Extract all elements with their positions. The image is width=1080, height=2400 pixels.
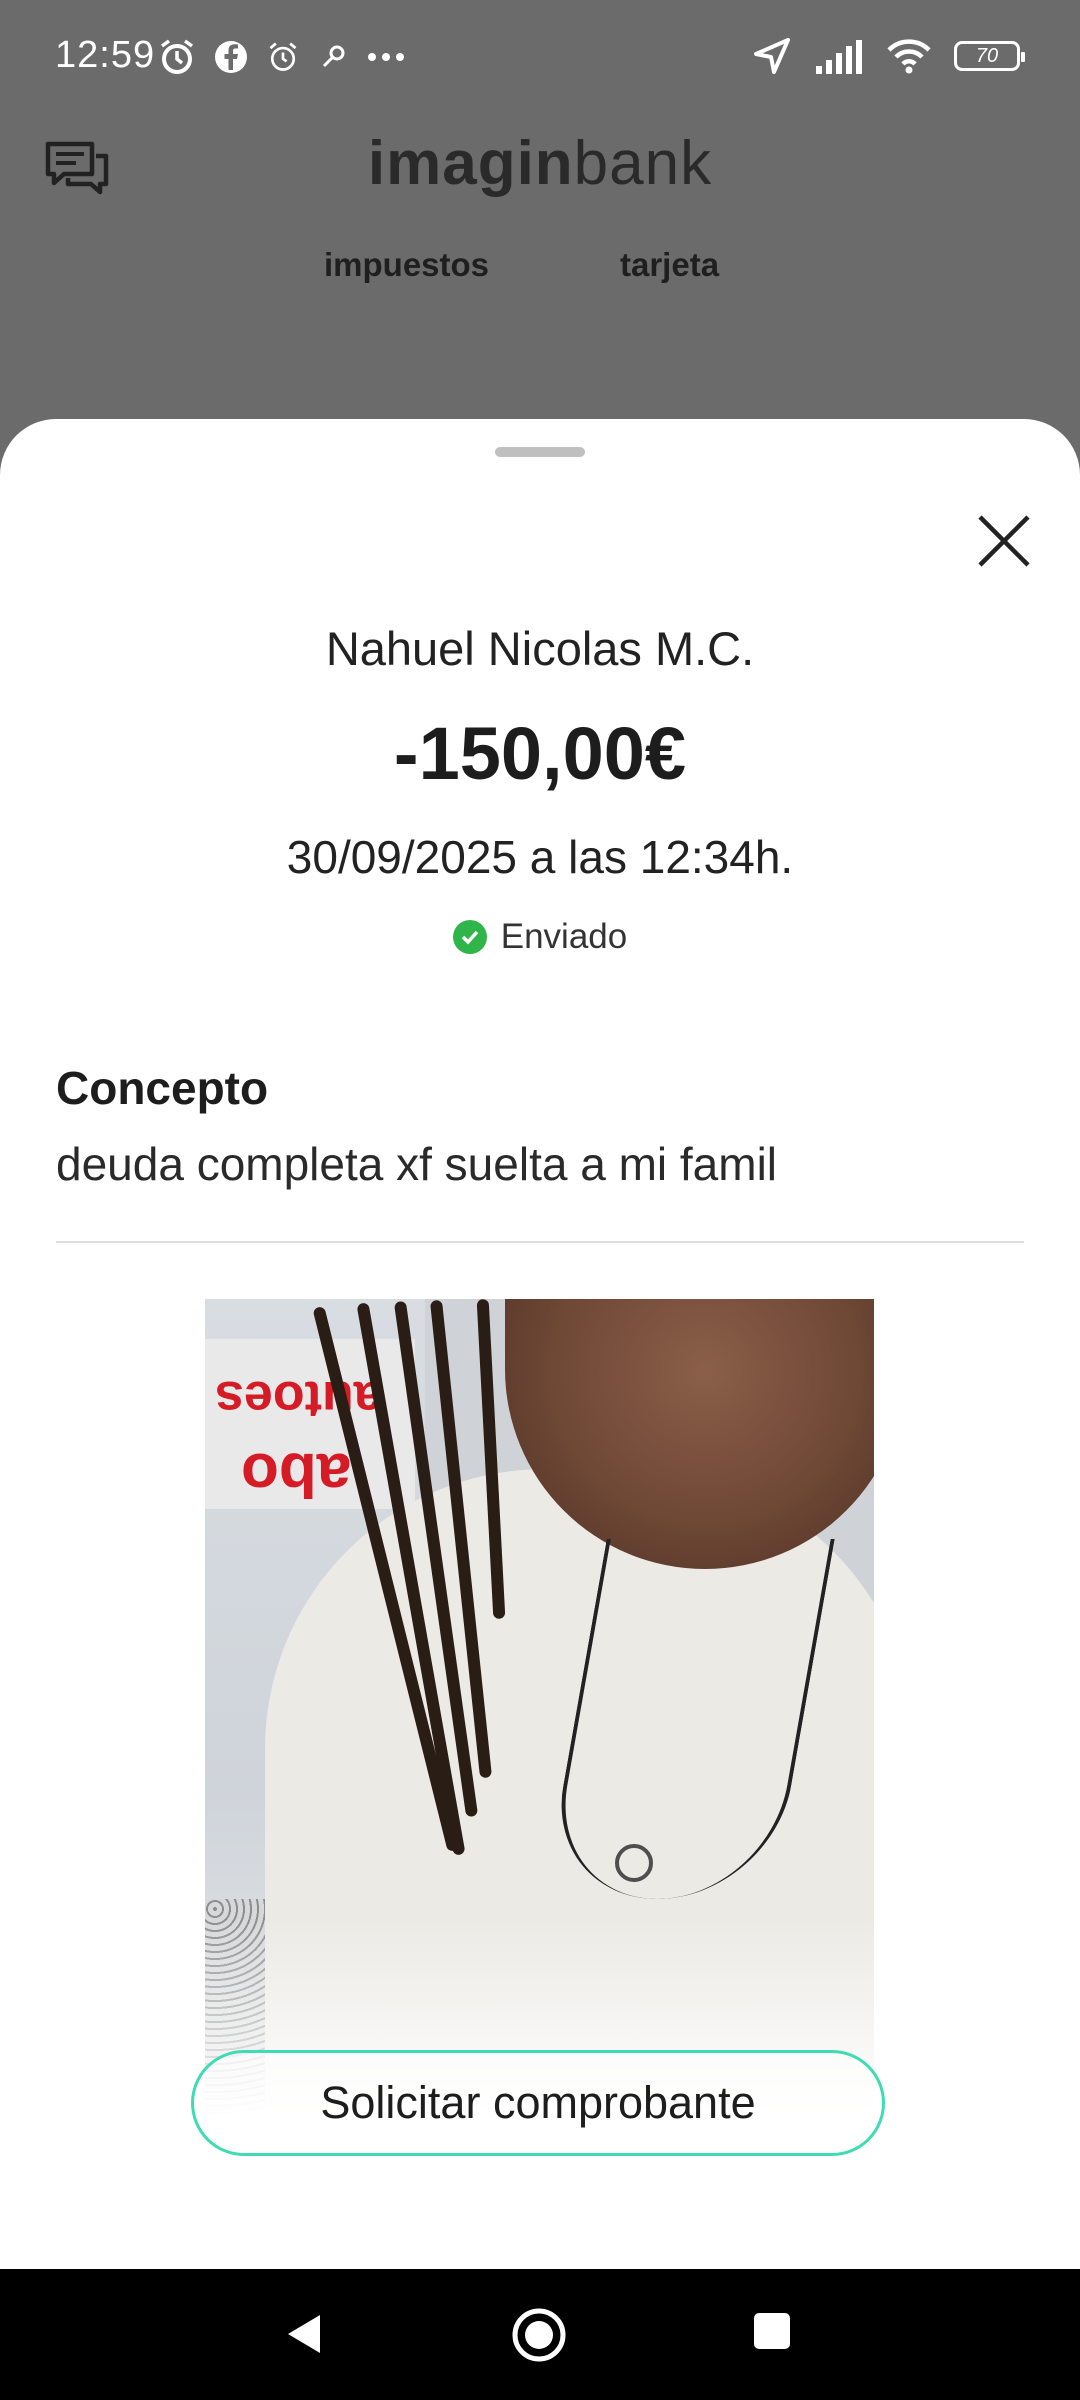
photo-sign-text-top: autoes <box>215 1370 383 1428</box>
location-icon <box>754 38 790 74</box>
brand-bold: imagin <box>367 129 574 198</box>
drag-handle[interactable] <box>495 447 585 457</box>
status-left-icons <box>158 38 406 76</box>
home-icon[interactable] <box>511 2307 567 2363</box>
facebook-icon <box>215 41 247 73</box>
status-label: Enviado <box>500 917 628 956</box>
transaction-detail-sheet: Nahuel Nicolas M.C. -150,00€ 30/09/2025 … <box>0 419 1080 2269</box>
signal-icon <box>816 40 862 74</box>
concept-value: deuda completa xf suelta a mi famil <box>56 1138 778 1190</box>
attached-photo: autoes abo <box>205 1299 874 2119</box>
back-icon[interactable] <box>284 2311 324 2357</box>
key-icon <box>322 45 345 68</box>
tab-tarjeta[interactable]: tarjeta <box>620 246 719 284</box>
more-dots-icon <box>368 53 404 61</box>
photo-pendant <box>615 1844 653 1882</box>
check-circle-icon <box>452 920 487 954</box>
brand-light: bank <box>573 129 713 198</box>
navigation-bar <box>0 2269 1080 2400</box>
payee-name: Nahuel Nicolas M.C. <box>325 622 755 675</box>
amount: -150,00€ <box>393 712 687 795</box>
status-bar: 12:59 70 <box>0 0 1080 120</box>
close-icon[interactable] <box>975 512 1033 570</box>
wifi-icon <box>887 39 931 74</box>
brand-logo: imaginbank <box>0 128 1080 199</box>
concept-label: Concepto <box>56 1062 269 1114</box>
request-receipt-button[interactable]: Solicitar comprobante <box>191 2050 885 2156</box>
status-time: 12:59 <box>55 34 156 76</box>
recents-icon[interactable] <box>752 2311 792 2351</box>
transaction-datetime: 30/09/2025 a las 12:34h. <box>286 831 794 883</box>
battery-icon: 70 <box>954 41 1025 71</box>
tab-impuestos[interactable]: impuestos <box>324 246 489 284</box>
divider <box>56 1241 1024 1243</box>
status-badge: Enviado <box>0 917 1080 957</box>
battery-level: 70 <box>975 44 999 67</box>
alarm-icon <box>160 39 194 74</box>
photo-sign-text-bottom: abo <box>241 1440 352 1509</box>
alarm-icon <box>269 42 297 71</box>
status-right-icons: 70 <box>752 36 1025 76</box>
